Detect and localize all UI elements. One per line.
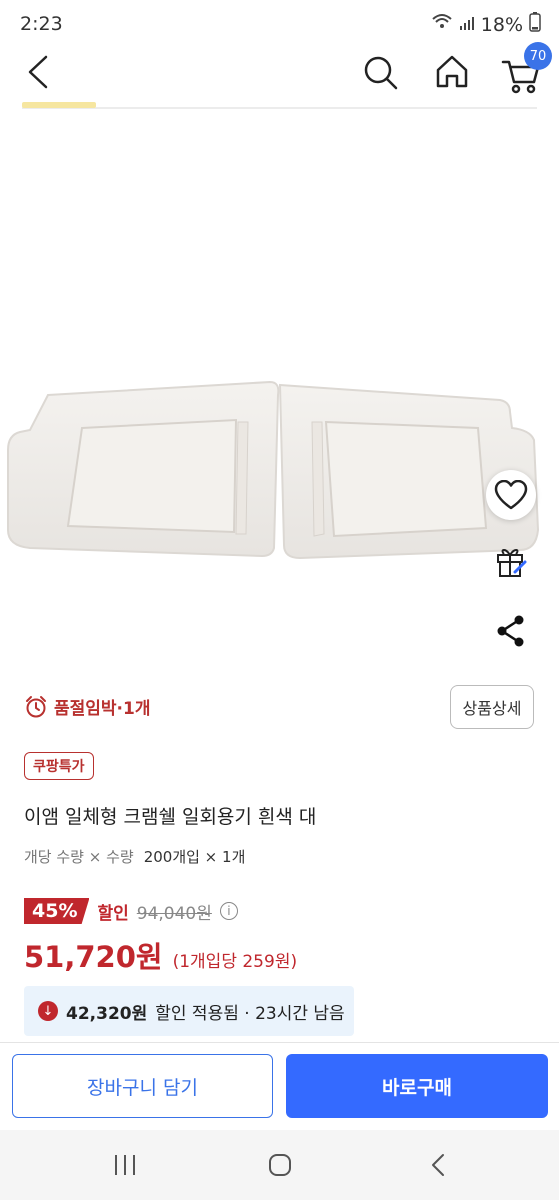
option-label: 개당 수량 × 수량 (24, 848, 134, 866)
gift-button[interactable] (490, 540, 532, 582)
cart-count-badge: 70 (524, 42, 552, 70)
system-home-button[interactable] (267, 1152, 293, 1178)
home-circle-icon (269, 1154, 291, 1176)
coupon-notice: ↓ 42,320원 할인 적용됨 · 23시간 남음 (24, 986, 354, 1036)
product-image[interactable] (0, 110, 559, 670)
option-value: 200개입 × 1개 (143, 848, 246, 866)
recent-apps-icon (115, 1155, 135, 1175)
wishlist-button[interactable] (486, 470, 536, 520)
signal-icon (459, 14, 475, 36)
unit-price: (1개입당 259원) (172, 952, 298, 972)
coupon-text: 할인 적용됨 · 23시간 남음 (155, 1003, 345, 1024)
search-icon (364, 56, 398, 90)
discount-row: 45% 할인 94,040원 i (24, 898, 238, 924)
header-divider (22, 107, 537, 109)
alarm-clock-icon (26, 695, 46, 717)
heart-icon (494, 480, 528, 510)
wifi-icon (431, 13, 453, 36)
down-arrow-icon: ↓ (38, 1001, 58, 1021)
discount-label: 할인 (97, 903, 129, 924)
image-progress-indicator (22, 102, 96, 108)
product-detail-button[interactable]: 상품상세 (450, 685, 534, 729)
battery-icon (529, 12, 541, 37)
promo-badge: 쿠팡특가 (24, 752, 94, 780)
bottom-divider (0, 1042, 559, 1043)
back-icon (28, 55, 48, 89)
info-icon[interactable]: i (219, 902, 238, 920)
status-bar: 2:23 18% (0, 0, 559, 48)
home-icon (436, 55, 468, 88)
discount-rate-badge: 45% (24, 898, 90, 924)
sale-price: 51,720원 (24, 940, 163, 974)
original-price: 94,040원 (136, 903, 212, 924)
search-button[interactable] (360, 52, 400, 92)
stock-notice: 품절임박·1개 (24, 694, 151, 719)
recent-apps-button[interactable] (112, 1152, 138, 1178)
option-row: 개당 수량 × 수량 200개입 × 1개 (24, 846, 245, 867)
share-button[interactable] (490, 610, 532, 652)
status-time: 2:23 (20, 13, 63, 35)
buy-now-button[interactable]: 바로구매 (286, 1054, 548, 1118)
gift-icon (497, 549, 527, 577)
share-icon (497, 615, 524, 647)
add-to-cart-button[interactable]: 장바구니 담기 (12, 1054, 273, 1118)
status-indicators: 18% (431, 12, 541, 37)
back-button[interactable] (18, 52, 58, 92)
home-button[interactable] (432, 52, 472, 92)
price-row: 51,720원 (1개입당 259원) (24, 934, 297, 976)
coupon-amount: 42,320원 (66, 1003, 148, 1024)
product-title: 이앰 일체형 크램쉘 일회용기 흰색 대 (24, 806, 317, 828)
back-nav-icon (432, 1154, 444, 1176)
stock-notice-text: 품절임박·1개 (54, 699, 151, 719)
battery-text: 18% (480, 13, 523, 36)
system-back-button[interactable] (426, 1152, 452, 1178)
